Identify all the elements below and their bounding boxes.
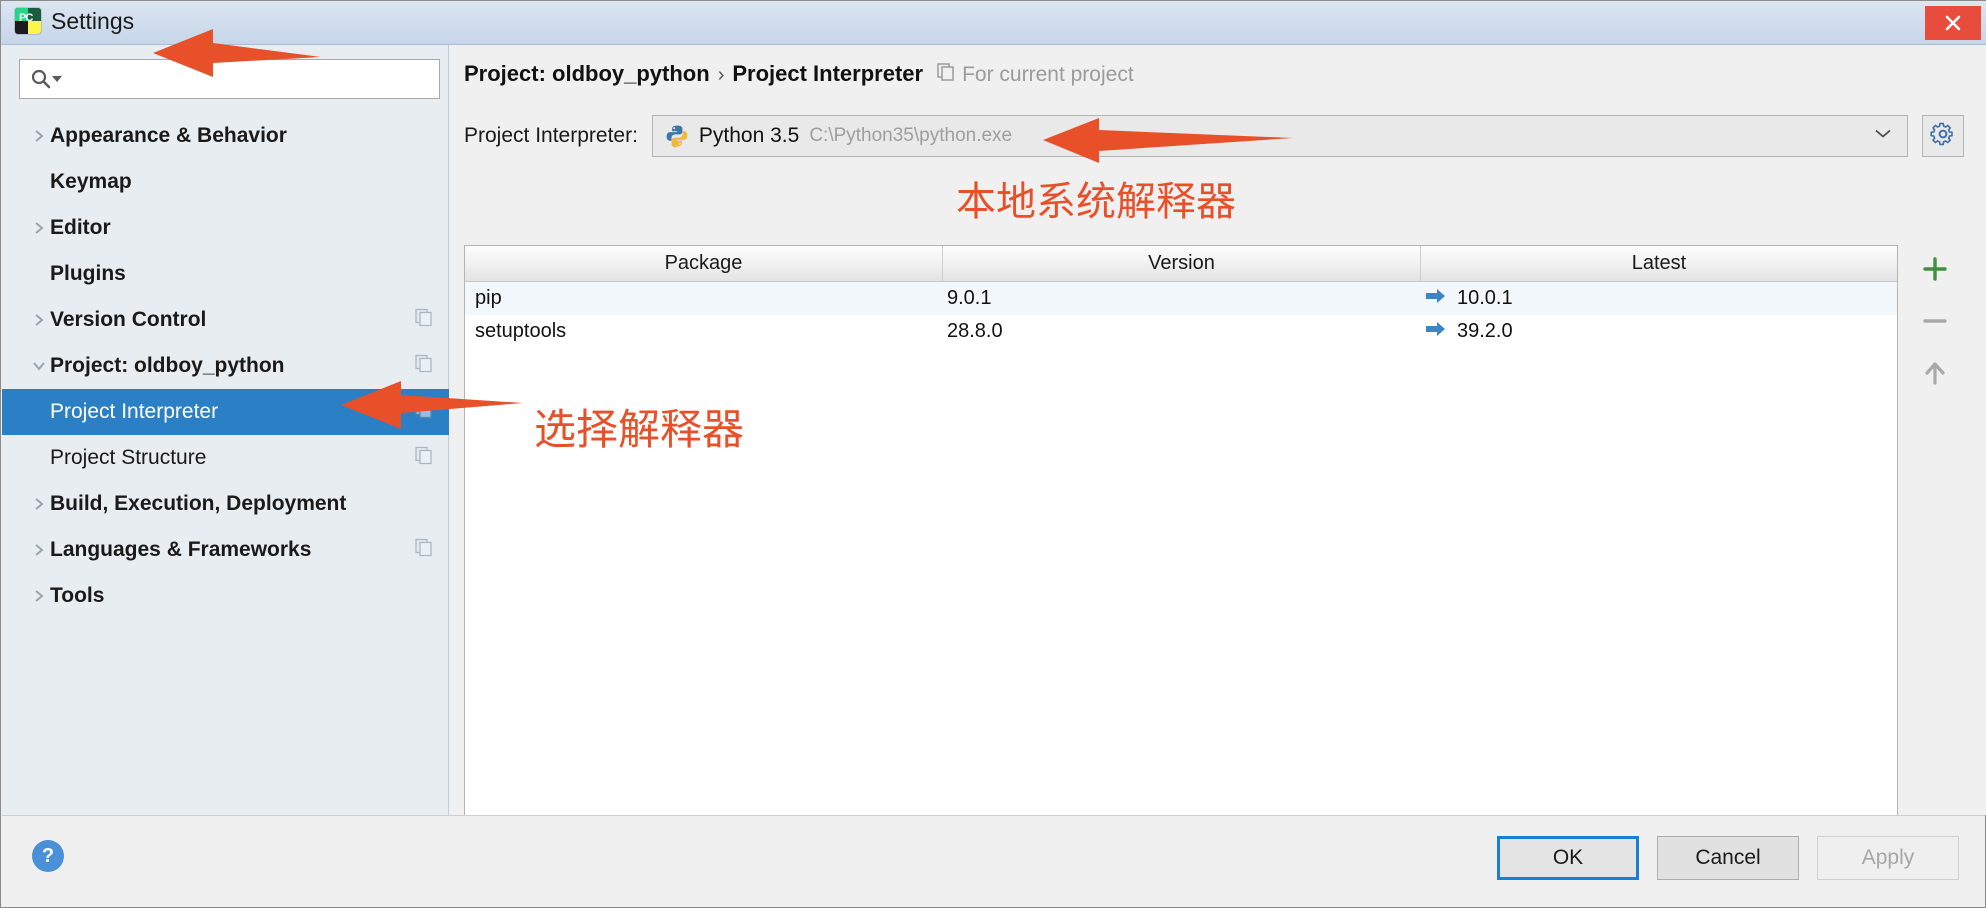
- sidebar-item-build-execution-deployment[interactable]: Build, Execution, Deployment: [2, 481, 449, 527]
- sidebar-item-project-oldboy-python[interactable]: Project: oldboy_python: [2, 343, 449, 389]
- apply-button: Apply: [1817, 836, 1959, 880]
- interpreter-select[interactable]: Python 3.5 C:\Python35\python.exe: [651, 115, 1908, 157]
- package-latest-version: 10.0.1: [1457, 287, 1513, 309]
- dialog-buttons: OK Cancel Apply: [1497, 836, 1959, 880]
- copy-icon: [415, 400, 433, 424]
- package-version: 28.8.0: [947, 320, 1003, 342]
- search-icon: [30, 68, 52, 90]
- copy-icon: [415, 308, 433, 332]
- chevron-down-icon[interactable]: [1873, 127, 1893, 146]
- breadcrumb-leaf: Project Interpreter: [732, 61, 924, 86]
- package-latest: 39.2.0: [1421, 320, 1897, 344]
- breadcrumb-note-label: For current project: [962, 63, 1134, 86]
- remove-package-button: [1906, 297, 1964, 349]
- chevron-right-icon[interactable]: [28, 496, 50, 512]
- plus-icon: [1920, 254, 1950, 289]
- sidebar-item-keymap[interactable]: Keymap: [2, 159, 449, 205]
- packages-column-header[interactable]: Version: [943, 246, 1421, 281]
- sidebar-item-label: Plugins: [50, 262, 126, 285]
- chevron-right-icon[interactable]: [28, 128, 50, 144]
- package-latest: 10.0.1: [1421, 287, 1897, 311]
- settings-nav: Appearance & Behavior Keymap Editor Plugins…: [2, 113, 449, 619]
- package-name: pip: [475, 287, 502, 309]
- title-bar: PC Settings: [1, 1, 1986, 45]
- package-latest-version: 39.2.0: [1457, 320, 1513, 342]
- settings-dialog: PC Settings Appearance & Behavior Keymap E…: [0, 0, 1986, 908]
- cancel-button[interactable]: Cancel: [1657, 836, 1799, 880]
- package-name: setuptools: [475, 320, 567, 342]
- sidebar-item-label: Project Interpreter: [50, 400, 219, 423]
- interpreter-row: Project Interpreter: Python 3.5 C:\Pytho…: [464, 115, 1964, 157]
- interpreter-settings-button[interactable]: [1922, 115, 1964, 157]
- arrow-right-icon: [1425, 287, 1447, 311]
- arrow-right-icon: [1425, 320, 1447, 344]
- breadcrumb-root[interactable]: Project: oldboy_python: [464, 61, 710, 87]
- copy-icon: [937, 63, 955, 87]
- sidebar-item-label: Languages & Frameworks: [50, 538, 312, 561]
- sidebar-item-project-interpreter[interactable]: Project Interpreter: [2, 389, 449, 435]
- ok-button[interactable]: OK: [1497, 836, 1639, 880]
- sidebar-item-tools[interactable]: Tools: [2, 573, 449, 619]
- dialog-footer: ? OK Cancel Apply: [2, 815, 1985, 907]
- minus-icon: [1920, 306, 1950, 341]
- package-version: 9.0.1: [947, 287, 992, 309]
- chevron-right-icon[interactable]: [28, 588, 50, 604]
- search-dropdown-caret[interactable]: [52, 76, 62, 82]
- packages-table-body: pip 9.0.1 10.0.1 setuptools 28.8.0 39.2.0: [465, 282, 1897, 348]
- packages-column-header[interactable]: Latest: [1421, 246, 1897, 281]
- search-input[interactable]: [19, 59, 440, 99]
- settings-sidebar: Appearance & Behavior Keymap Editor Plugins…: [2, 45, 449, 815]
- sidebar-item-editor[interactable]: Editor: [2, 205, 449, 251]
- sidebar-item-appearance-behavior[interactable]: Appearance & Behavior: [2, 113, 449, 159]
- interpreter-path: C:\Python35\python.exe: [809, 125, 1013, 146]
- sidebar-item-label: Project: oldboy_python: [50, 354, 285, 377]
- sidebar-item-project-structure[interactable]: Project Structure: [2, 435, 449, 481]
- copy-icon: [415, 354, 433, 378]
- packages-column-header[interactable]: Package: [465, 246, 943, 281]
- packages-toolbar: [1906, 245, 1964, 545]
- sidebar-item-label: Build, Execution, Deployment: [50, 492, 347, 515]
- chevron-down-icon[interactable]: [28, 358, 50, 374]
- packages-table: Package Version Latest pip 9.0.1 10.0.1 setup…: [464, 245, 1898, 840]
- interpreter-name: Python 3.5: [698, 124, 800, 147]
- upgrade-package-button: [1906, 349, 1964, 401]
- pycharm-icon: PC: [15, 8, 41, 34]
- table-row[interactable]: setuptools 28.8.0 39.2.0: [465, 315, 1897, 348]
- interpreter-label: Project Interpreter:: [464, 124, 638, 147]
- main-panel: Project: oldboy_python › Project Interpr…: [450, 45, 1986, 840]
- add-package-button[interactable]: [1906, 245, 1964, 297]
- sidebar-item-label: Project Structure: [50, 446, 207, 469]
- table-row[interactable]: pip 9.0.1 10.0.1: [465, 282, 1897, 315]
- copy-icon: [415, 446, 433, 470]
- sidebar-item-label: Version Control: [50, 308, 207, 331]
- sidebar-item-label: Appearance & Behavior: [50, 124, 287, 147]
- sidebar-item-label: Editor: [50, 216, 111, 239]
- sidebar-item-languages-frameworks[interactable]: Languages & Frameworks: [2, 527, 449, 573]
- help-button[interactable]: ?: [32, 840, 64, 872]
- breadcrumb-separator: ›: [717, 64, 725, 86]
- chevron-right-icon[interactable]: [28, 312, 50, 328]
- copy-icon: [415, 538, 433, 562]
- window-title: Settings: [51, 8, 135, 34]
- chevron-right-icon[interactable]: [28, 542, 50, 558]
- arrow-up-icon: [1920, 358, 1950, 393]
- packages-table-header: Package Version Latest: [465, 246, 1897, 282]
- sidebar-item-label: Tools: [50, 584, 105, 607]
- sidebar-item-plugins[interactable]: Plugins: [2, 251, 449, 297]
- close-icon[interactable]: [1925, 6, 1981, 40]
- search-field[interactable]: [62, 67, 439, 91]
- gear-icon: [1930, 121, 1956, 152]
- breadcrumb-note: For current project: [937, 63, 1134, 87]
- chevron-right-icon[interactable]: [28, 220, 50, 236]
- title-bar-left: PC Settings: [15, 8, 134, 34]
- breadcrumb: Project: oldboy_python › Project Interpr…: [464, 61, 1134, 87]
- sidebar-item-label: Keymap: [50, 170, 132, 193]
- python-icon: [665, 124, 689, 148]
- sidebar-item-version-control[interactable]: Version Control: [2, 297, 449, 343]
